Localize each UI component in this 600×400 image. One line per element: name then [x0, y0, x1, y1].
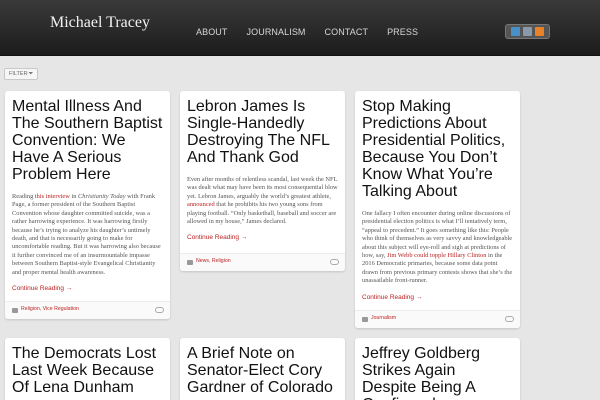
continue-reading-link[interactable]: Continue Reading → [12, 285, 72, 292]
excerpt-link[interactable]: this interview [35, 193, 70, 200]
filter-button[interactable]: FILTER ⏷ [4, 68, 39, 80]
publication-name: Christianity Today [78, 193, 126, 200]
tag-icon [187, 260, 193, 265]
excerpt-link[interactable]: announced [187, 201, 215, 208]
post-title[interactable]: Lebron James Is Single-Handedly Destroyi… [187, 98, 338, 166]
tag-link[interactable]: News [196, 258, 209, 264]
continue-reading-link[interactable]: Continue Reading → [187, 234, 247, 241]
nav-journalism[interactable]: JOURNALISM [247, 27, 306, 37]
post-title[interactable]: Mental Illness And The Southern Baptist … [12, 98, 163, 183]
post-title[interactable]: Stop Making Predictions About Presidenti… [362, 98, 513, 200]
excerpt-link[interactable]: Jim Webb could topple Hillary Clinton [387, 252, 486, 259]
tag-link[interactable]: Journalism [371, 315, 396, 321]
social-links [505, 24, 550, 39]
site-header: Michael Tracey ABOUT JOURNALISM CONTACT … [0, 0, 600, 56]
post-title[interactable]: Jeffrey Goldberg Strikes Again Despite B… [362, 345, 513, 400]
nav-press[interactable]: PRESS [387, 27, 418, 37]
comment-icon[interactable] [330, 259, 339, 265]
post-tags: News, Religion [196, 258, 231, 264]
comment-icon[interactable] [505, 316, 514, 322]
funnel-icon: ⏷ [28, 70, 34, 77]
post-card: Jeffrey Goldberg Strikes Again Despite B… [355, 338, 520, 400]
post-excerpt: One fallacy I often encounter during onl… [362, 210, 513, 286]
post-card: Mental Illness And The Southern Baptist … [5, 91, 170, 319]
post-footer: News, Religion [180, 253, 345, 271]
post-tags: Journalism [371, 315, 396, 321]
excerpt-text: with Frank Page, a former president of t… [12, 193, 161, 276]
post-title[interactable]: The Democrats Lost Last Week Because Of … [12, 345, 163, 396]
post-footer: Journalism [355, 310, 520, 328]
filter-label: FILTER [9, 70, 28, 77]
email-icon[interactable] [522, 27, 532, 36]
post-card: Lebron James Is Single-Handedly Destroyi… [180, 91, 345, 271]
tag-link[interactable]: Religion [212, 258, 231, 264]
continue-reading-link[interactable]: Continue Reading → [362, 294, 422, 301]
tag-link[interactable]: Religion [21, 306, 40, 312]
site-title[interactable]: Michael Tracey [50, 14, 150, 32]
post-footer: Religion, Vice Regulation [5, 301, 170, 319]
nav-about[interactable]: ABOUT [196, 27, 228, 37]
excerpt-text: Reading [12, 193, 35, 200]
main-nav: ABOUT JOURNALISM CONTACT PRESS [185, 27, 437, 37]
tag-icon [362, 317, 368, 322]
tag-icon [12, 308, 18, 313]
post-tags: Religion, Vice Regulation [21, 306, 79, 312]
post-excerpt: Even after months of relentless scandal,… [187, 176, 338, 226]
nav-contact[interactable]: CONTACT [325, 27, 369, 37]
post-excerpt: Reading this interview in Christianity T… [12, 193, 163, 277]
rss-icon[interactable] [535, 27, 545, 36]
excerpt-text: in [69, 193, 79, 200]
excerpt-text: Even after months of relentless scandal,… [187, 176, 338, 200]
post-card: A Brief Note on Senator-Elect Cory Gardn… [180, 338, 345, 400]
twitter-icon[interactable] [510, 27, 520, 36]
post-card: Stop Making Predictions About Presidenti… [355, 91, 520, 328]
tag-link[interactable]: Vice Regulation [43, 306, 79, 312]
post-card: The Democrats Lost Last Week Because Of … [5, 338, 170, 400]
post-title[interactable]: A Brief Note on Senator-Elect Cory Gardn… [187, 345, 338, 396]
comment-icon[interactable] [155, 307, 164, 313]
